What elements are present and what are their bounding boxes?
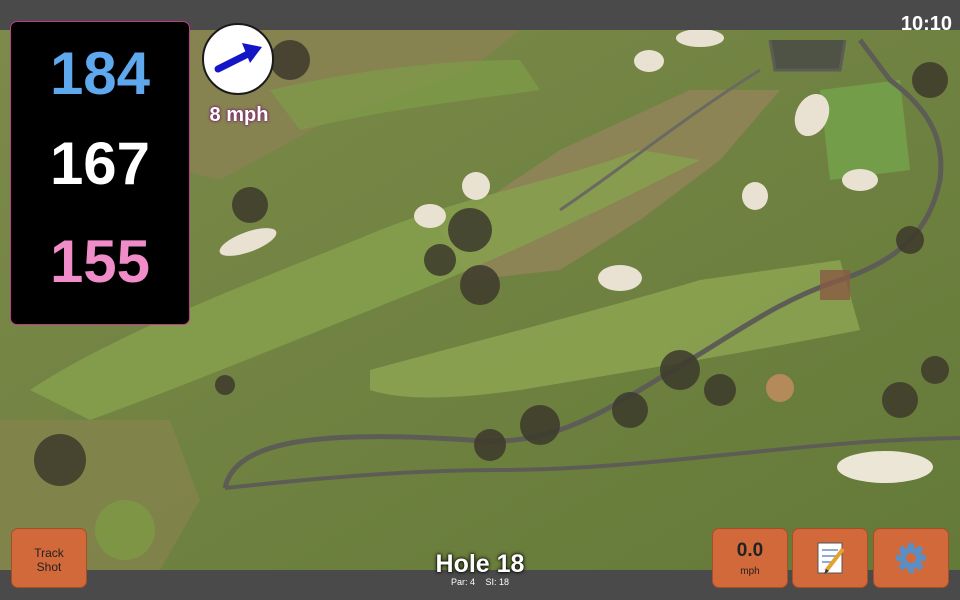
hole-par: Par: 4 xyxy=(450,577,475,587)
wind-speed: 8 mph xyxy=(209,104,269,126)
distance-panel: 184 167 155 xyxy=(11,22,189,324)
arrow-icon xyxy=(214,43,262,73)
middle-distance: 167 xyxy=(49,130,151,197)
gear-icon xyxy=(896,543,926,573)
swing-speed-value: 0.0 xyxy=(736,540,764,561)
front-distance: 155 xyxy=(49,228,151,295)
track-shot-button[interactable]: Track Shot xyxy=(11,528,87,588)
notes-button[interactable] xyxy=(792,528,868,588)
hole-si: SI: 18 xyxy=(485,577,510,587)
swing-speed-unit: mph xyxy=(740,566,760,577)
settings-button[interactable] xyxy=(873,528,949,588)
swing-speed-button[interactable]: 0.0 mph xyxy=(712,528,788,588)
hole-info: Par: 4 SI: 18 xyxy=(380,577,580,587)
track-shot-label-line1: Track xyxy=(34,546,64,560)
memo-icon xyxy=(817,542,845,574)
wind-indicator xyxy=(202,23,274,95)
hole-title: Hole 18 xyxy=(435,550,525,578)
back-distance: 184 xyxy=(49,40,151,107)
track-shot-label-line2: Shot xyxy=(36,560,62,574)
